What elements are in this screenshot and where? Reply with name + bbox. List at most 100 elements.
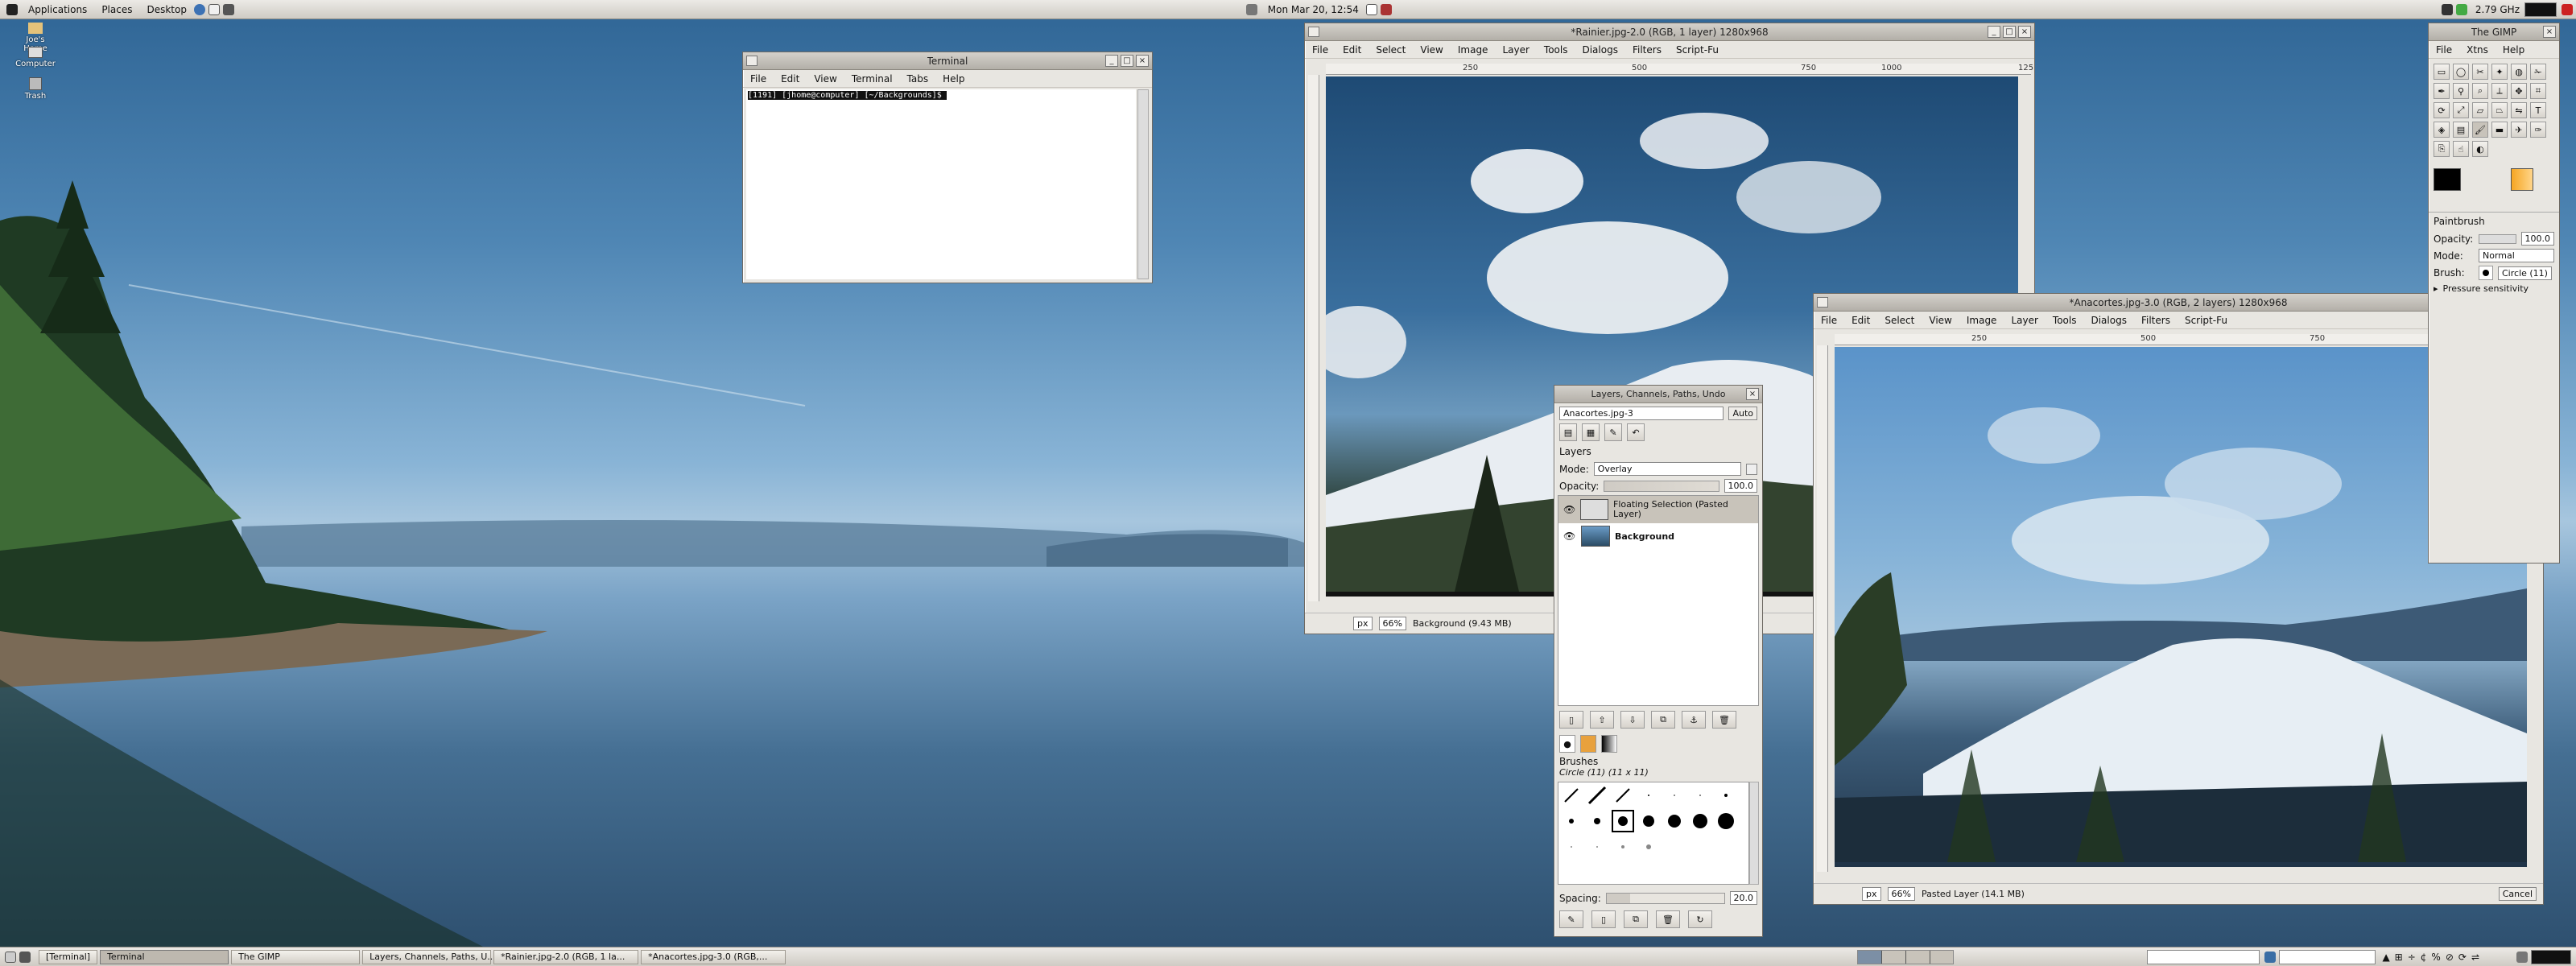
desktop-icon-trash[interactable]: Trash (14, 77, 56, 101)
minimize-button[interactable]: _ (1988, 26, 2000, 38)
spacing-value[interactable]: 20.0 (1729, 891, 1757, 905)
horizontal-ruler[interactable]: 250 500 750 1000 125 (1326, 64, 2033, 75)
refresh-brushes-icon[interactable]: ↻ (1688, 910, 1712, 928)
menu-filters[interactable]: Filters (1625, 44, 1669, 56)
layer-item[interactable]: 👁 Floating Selection (Pasted Layer) (1558, 496, 1758, 523)
shutdown-icon[interactable] (2562, 3, 2573, 15)
free-select-tool-icon[interactable]: ✂ (2472, 64, 2488, 80)
menu-desktop[interactable]: Desktop (139, 4, 194, 15)
zoom-selector[interactable]: 66% (1887, 887, 1915, 901)
rotate-tool-icon[interactable]: ⟳ (2434, 102, 2450, 118)
anchor-layer-icon[interactable]: ⚓ (1682, 711, 1706, 729)
task-button[interactable]: [Terminal] (39, 949, 98, 964)
brush-item[interactable] (1584, 808, 1610, 834)
brush-scrollbar[interactable] (1749, 782, 1759, 885)
gradients-tab-icon[interactable] (1601, 735, 1617, 753)
image-selector[interactable]: Anacortes.jpg-3 (1559, 407, 1724, 420)
dodge-burn-tool-icon[interactable]: ◐ (2472, 141, 2488, 157)
color-select-tool-icon[interactable]: ◍ (2511, 64, 2527, 80)
flip-tool-icon[interactable]: ⇋ (2511, 102, 2527, 118)
menu-image[interactable]: Image (1451, 44, 1496, 56)
menu-file[interactable]: File (2429, 44, 2459, 56)
layers-titlebar[interactable]: Layers, Channels, Paths, Undo × (1554, 386, 1762, 403)
unit-selector[interactable]: px (1353, 617, 1373, 630)
bucket-fill-tool-icon[interactable]: ◈ (2434, 122, 2450, 138)
menu-select[interactable]: Select (1877, 315, 1922, 326)
pressure-row[interactable]: ▸ Pressure sensitivity (2429, 282, 2559, 295)
rect-select-tool-icon[interactable]: ▭ (2434, 64, 2450, 80)
paintbrush-tool-icon[interactable]: 🖌 (2472, 122, 2488, 138)
tool-brush-value[interactable]: Circle (11) (2498, 266, 2552, 280)
lower-layer-icon[interactable]: ⇩ (1620, 711, 1645, 729)
menu-file[interactable]: File (1305, 44, 1335, 56)
brush-item[interactable] (1713, 782, 1739, 808)
paths-tool-icon[interactable]: ✒ (2434, 83, 2450, 99)
menu-dialogs[interactable]: Dialogs (1575, 44, 1624, 56)
menu-xtns[interactable]: Xtns (2459, 44, 2496, 56)
crop-tool-icon[interactable]: ⌗ (2530, 83, 2546, 99)
paths-tab-icon[interactable]: ✎ (1604, 423, 1622, 441)
brush-item[interactable] (1558, 808, 1584, 834)
duplicate-layer-icon[interactable]: ⧉ (1651, 711, 1675, 729)
color-picker-tool-icon[interactable]: ⚲ (2453, 83, 2469, 99)
channels-tab-icon[interactable]: ▦ (1582, 423, 1600, 441)
menu-view[interactable]: View (1413, 44, 1450, 56)
undo-tab-icon[interactable]: ↶ (1627, 423, 1645, 441)
brush-item[interactable] (1584, 834, 1610, 860)
layers-tab-icon[interactable]: ▤ (1559, 423, 1577, 441)
edit-brush-icon[interactable]: ✎ (1559, 910, 1583, 928)
show-desktop-icon[interactable] (5, 951, 16, 963)
rainier-titlebar[interactable]: *Rainier.jpg-2.0 (RGB, 1 layer) 1280x968… (1305, 23, 2034, 41)
brush-item[interactable] (1662, 782, 1687, 808)
measure-tool-icon[interactable]: ⟂ (2491, 83, 2508, 99)
delete-layer-icon[interactable]: 🗑 (1712, 711, 1736, 729)
menu-help[interactable]: Help (2496, 44, 2532, 56)
zoom-selector[interactable]: 66% (1378, 617, 1406, 630)
brush-item[interactable] (1558, 834, 1584, 860)
task-button[interactable]: Layers, Channels, Paths, U... (362, 949, 496, 964)
new-layer-icon[interactable]: ▯ (1559, 711, 1583, 729)
brush-item[interactable] (1713, 808, 1739, 834)
menu-script-fu[interactable]: Script-Fu (1669, 44, 1726, 56)
patterns-tab-icon[interactable] (1580, 735, 1596, 753)
airbrush-tool-icon[interactable]: ✈ (2511, 122, 2527, 138)
tool-mode-select[interactable]: Normal (2479, 249, 2554, 262)
ellipse-select-tool-icon[interactable]: ◯ (2453, 64, 2469, 80)
menu-filters[interactable]: Filters (2134, 315, 2178, 326)
search-entry[interactable] (2279, 949, 2376, 964)
keep-transparency-checkbox[interactable] (1746, 463, 1757, 475)
menu-places[interactable]: Places (94, 4, 139, 15)
desktop-icon-computer[interactable]: Computer (14, 47, 56, 68)
close-button[interactable]: × (1136, 55, 1149, 67)
terminal-titlebar[interactable]: Terminal _ □ × (743, 52, 1152, 70)
terminal-menu-file[interactable]: File (743, 73, 774, 85)
mode-select[interactable]: Overlay (1593, 462, 1741, 476)
menu-edit[interactable]: Edit (1844, 315, 1877, 326)
tool-brush-preview[interactable] (2479, 266, 2493, 280)
brush-item[interactable] (1636, 834, 1662, 860)
minimize-button[interactable]: _ (1105, 55, 1118, 67)
brush-item[interactable] (1584, 782, 1610, 808)
brush-item[interactable] (1662, 808, 1687, 834)
maximize-button[interactable]: □ (1121, 55, 1133, 67)
eraser-tool-icon[interactable]: ▬ (2491, 122, 2508, 138)
task-button[interactable]: The GIMP (231, 949, 361, 964)
terminal-menu-terminal[interactable]: Terminal (844, 73, 900, 85)
clock[interactable]: Mon Mar 20, 12:54 (1261, 4, 1366, 15)
scale-tool-icon[interactable]: ⤢ (2453, 102, 2469, 118)
menu-edit[interactable]: Edit (1335, 44, 1368, 56)
scissors-tool-icon[interactable]: ✁ (2530, 64, 2546, 80)
toolbox-titlebar[interactable]: The GIMP × (2429, 23, 2559, 41)
brush-item[interactable] (1636, 808, 1662, 834)
volume-applet-icon[interactable] (2516, 951, 2528, 963)
duplicate-brush-icon[interactable]: ⧉ (1624, 910, 1648, 928)
raise-layer-icon[interactable]: ⇧ (1590, 711, 1614, 729)
terminal-menu-help[interactable]: Help (935, 73, 972, 85)
clone-tool-icon[interactable]: ⎘ (2434, 141, 2450, 157)
active-pattern-swatch[interactable] (2511, 168, 2533, 191)
terminal-output[interactable]: [1191] [jhome@computer] [~/Backgrounds]$… (746, 89, 1136, 279)
opacity-value[interactable]: 100.0 (1724, 479, 1757, 493)
menu-image[interactable]: Image (1959, 315, 2004, 326)
tool-opacity-value[interactable]: 100.0 (2520, 232, 2554, 246)
auto-button[interactable]: Auto (1728, 407, 1757, 420)
